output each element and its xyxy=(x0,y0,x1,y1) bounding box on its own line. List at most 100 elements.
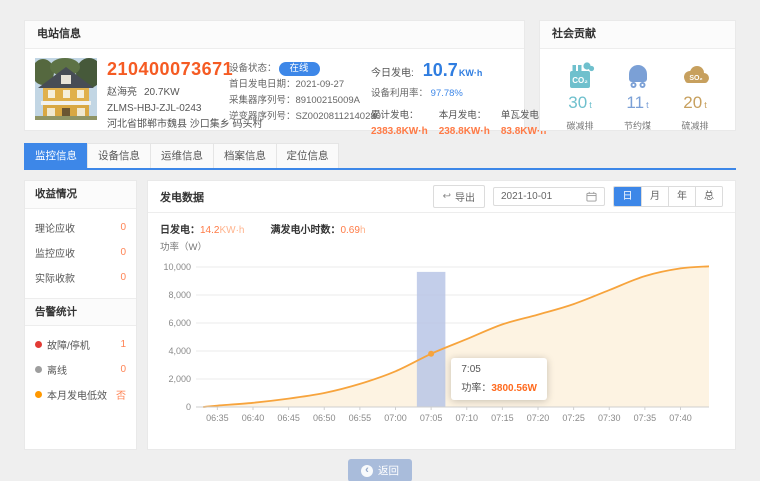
alarm-dot xyxy=(35,341,42,348)
footer: ‹ 返回 xyxy=(24,459,736,481)
range-total[interactable]: 总 xyxy=(695,187,722,206)
income-label: 理论应收 xyxy=(35,220,75,235)
social-item-coal: 11t 节约煤 xyxy=(611,59,665,132)
alarm-dot xyxy=(35,391,42,398)
station-panel-title: 电站信息 xyxy=(25,21,524,49)
coal-label: 节约煤 xyxy=(611,119,665,132)
carbon-value: 30 xyxy=(568,93,587,112)
svg-text:0: 0 xyxy=(186,402,191,412)
income-value: 0 xyxy=(120,222,126,233)
station-address: 河北省邯郸市魏县 沙口集乡 码头村 xyxy=(107,117,219,133)
income-row-monitored: 监控应收 0 xyxy=(25,240,136,265)
back-label: 返回 xyxy=(378,463,399,478)
utilization-value: 97.78% xyxy=(431,88,463,99)
calendar-icon xyxy=(586,191,597,202)
full-hours-value: 0.69 xyxy=(340,225,359,236)
alarm-value: 否 xyxy=(116,387,126,402)
chevron-left-icon: ‹ xyxy=(361,465,373,477)
alarm-value: 0 xyxy=(120,364,126,375)
date-value: 2021-10-01 xyxy=(501,191,552,202)
carbon-unit: t xyxy=(589,100,592,110)
today-generation-label: 今日发电: xyxy=(371,64,414,79)
first-gen-label: 首日发电日期： xyxy=(229,77,296,93)
range-month[interactable]: 月 xyxy=(641,187,668,206)
income-label: 实际收款 xyxy=(35,270,75,285)
income-row-actual: 实际收款 0 xyxy=(25,265,136,290)
tab-bar: 监控信息 设备信息 运维信息 档案信息 定位信息 xyxy=(24,143,736,170)
full-hours-unit: h xyxy=(360,225,366,236)
day-generation-label: 日发电： xyxy=(160,225,200,236)
alarm-value: 1 xyxy=(120,339,126,350)
sulfur-value: 20 xyxy=(683,93,702,112)
svg-text:10,000: 10,000 xyxy=(163,262,191,272)
y-axis-label: 功率（W） xyxy=(160,239,723,255)
side-panel: 收益情况 理论应收 0 监控应收 0 实际收款 0 告警统计 故障/停机 xyxy=(24,180,137,450)
alarm-label: 故障/停机 xyxy=(47,337,90,352)
income-panel-title: 收益情况 xyxy=(25,181,136,209)
svg-text:06:55: 06:55 xyxy=(349,413,372,423)
collector-label: 采集器序列号： xyxy=(229,93,296,109)
svg-text:07:30: 07:30 xyxy=(598,413,621,423)
svg-text:07:25: 07:25 xyxy=(562,413,585,423)
alarm-row-fault: 故障/停机 1 xyxy=(25,332,136,357)
chart-substats: 日发电：14.2KW·h 满发电小时数：0.69h xyxy=(148,213,735,236)
export-button[interactable]: ↩ 导出 xyxy=(433,185,485,208)
svg-text:CO₂: CO₂ xyxy=(572,76,588,85)
svg-text:06:40: 06:40 xyxy=(242,413,265,423)
alarm-row-offline: 离线 0 xyxy=(25,357,136,382)
alarm-label: 离线 xyxy=(47,362,67,377)
power-chart[interactable]: 功率（W） 02,0004,0006,0008,00010,00006:3506… xyxy=(148,239,735,442)
export-label: 导出 xyxy=(455,189,475,204)
collector-sn: 89100215009A xyxy=(296,93,360,109)
chart-title: 发电数据 xyxy=(160,189,433,205)
svg-text:2,000: 2,000 xyxy=(168,374,191,384)
social-body: CO₂ 30t 碳减排 xyxy=(540,49,735,132)
tab-operation[interactable]: 运维信息 xyxy=(150,143,213,168)
top-row: 电站信息 xyxy=(24,20,736,131)
stat-total: 累计发电： 2383.8KW·h xyxy=(371,107,428,137)
back-button[interactable]: ‹ 返回 xyxy=(348,459,412,481)
range-day[interactable]: 日 xyxy=(614,187,641,206)
station-info-card: 电站信息 xyxy=(24,20,525,131)
alarm-dot xyxy=(35,366,42,373)
income-row-theoretical: 理论应收 0 xyxy=(25,215,136,240)
station-model: ZLMS-HBJ-ZJL-0243 xyxy=(107,101,219,117)
power-chart-svg[interactable]: 02,0004,0006,0008,00010,00006:3506:4006:… xyxy=(160,255,723,437)
chart-controls: ↩ 导出 2021-10-01 日 月 xyxy=(433,185,723,208)
station-generation-stats: 今日发电: 10.7 KW·h 设备利用率： 97.78% 累计发电： 2383… xyxy=(371,58,516,137)
svg-text:07:20: 07:20 xyxy=(527,413,550,423)
svg-text:07:15: 07:15 xyxy=(491,413,514,423)
tab-monitoring[interactable]: 监控信息 xyxy=(24,143,87,168)
income-label: 监控应收 xyxy=(35,245,75,260)
sulfur-unit: t xyxy=(704,100,707,110)
tab-location[interactable]: 定位信息 xyxy=(276,143,339,168)
date-picker[interactable]: 2021-10-01 xyxy=(493,187,605,206)
station-body: 210400073671 赵海亮20.7KW ZLMS-HBJ-ZJL-0243… xyxy=(25,49,524,146)
income-value: 0 xyxy=(120,247,126,258)
station-identity: 210400073671 赵海亮20.7KW ZLMS-HBJ-ZJL-0243… xyxy=(107,58,219,137)
sulfur-value-row: 20t xyxy=(668,93,722,113)
today-generation: 今日发电: 10.7 KW·h xyxy=(371,60,516,81)
today-generation-unit: KW·h xyxy=(459,68,483,78)
svg-text:6,000: 6,000 xyxy=(168,318,191,328)
collector-row: 采集器序列号： 89100215009A xyxy=(229,93,361,109)
carbon-value-row: 30t xyxy=(553,93,607,113)
social-item-carbon: CO₂ 30t 碳减排 xyxy=(553,59,607,132)
svg-text:SO₂: SO₂ xyxy=(689,75,702,82)
alarm-row-low-efficiency: 本月发电低效 否 xyxy=(25,382,136,407)
so2-cloud-icon: SO₂ xyxy=(668,59,722,92)
chart-header: 发电数据 ↩ 导出 2021-10-01 xyxy=(148,181,735,213)
tab-archive[interactable]: 档案信息 xyxy=(213,143,276,168)
range-year[interactable]: 年 xyxy=(668,187,695,206)
alarm-label: 本月发电低效 xyxy=(47,387,107,402)
coal-value: 11 xyxy=(626,93,644,112)
svg-text:06:50: 06:50 xyxy=(313,413,336,423)
tab-device[interactable]: 设备信息 xyxy=(87,143,150,168)
stat-value: 238.8KW·h xyxy=(439,126,490,137)
svg-text:06:45: 06:45 xyxy=(277,413,300,423)
first-gen-date: 2021-09-27 xyxy=(296,77,345,93)
social-item-sulfur: SO₂ 20t 硫减排 xyxy=(668,59,722,132)
svg-text:06:35: 06:35 xyxy=(206,413,229,423)
income-rows: 理论应收 0 监控应收 0 实际收款 0 xyxy=(25,209,136,298)
device-status-row: 设备状态： 在线 xyxy=(229,61,361,77)
